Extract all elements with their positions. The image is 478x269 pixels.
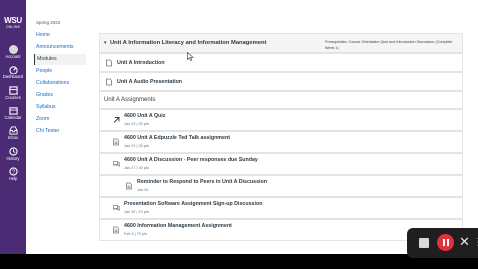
svg-text:?: ? bbox=[12, 169, 15, 175]
global-navigation: WSU ONLINE Account Dashboard Courses Cal… bbox=[0, 0, 26, 254]
course-nav-announcements[interactable]: Announcements bbox=[34, 42, 86, 53]
collapse-caret-icon[interactable]: ▾ bbox=[104, 40, 107, 46]
inbox-icon bbox=[8, 126, 18, 135]
course-nav-syllabus[interactable]: Syllabus bbox=[34, 102, 86, 113]
page-icon bbox=[126, 182, 132, 190]
history-icon bbox=[8, 147, 18, 156]
browser-viewport: WSU ONLINE Account Dashboard Courses Cal… bbox=[0, 0, 478, 254]
course-nav-grades[interactable]: Grades bbox=[34, 90, 86, 101]
module-item-title: Reminder to Respond to Peers in Unit A D… bbox=[137, 179, 267, 185]
global-nav-label: History bbox=[6, 156, 20, 161]
module-header[interactable]: ▾ Unit A Information Literacy and Inform… bbox=[99, 33, 463, 53]
stop-recording-button[interactable] bbox=[419, 238, 429, 248]
course-nav-modules[interactable]: Modules bbox=[34, 54, 86, 65]
module-prerequisites: Prerequisites: Course Orientation Quiz a… bbox=[325, 40, 453, 50]
global-nav-label: Dashboard bbox=[2, 74, 24, 79]
module-item-title: 4600 Unit A Discussion - Peer responses … bbox=[124, 157, 258, 163]
global-nav-label: Account bbox=[5, 54, 21, 59]
pause-bar-icon bbox=[442, 239, 445, 246]
module-title: Unit A Information Literacy and Informat… bbox=[110, 40, 267, 46]
global-nav-account[interactable]: Account bbox=[0, 45, 26, 60]
global-nav-label: Inbox bbox=[7, 135, 19, 140]
discussion-icon bbox=[113, 204, 120, 212]
course-nav-collaborations[interactable]: Collaborations bbox=[34, 78, 86, 89]
assignment-icon bbox=[113, 138, 119, 146]
wsu-online-logo[interactable]: WSU ONLINE bbox=[2, 17, 24, 30]
course-nav-people[interactable]: People bbox=[34, 66, 86, 77]
module-item-title: 4600 Unit A Edpuzzle Ted Talk assignment bbox=[124, 135, 230, 141]
module-item-meta: Jan 30 | 10 pts bbox=[124, 210, 149, 214]
module-item-meta: Jan 23 | 20 pts bbox=[124, 122, 149, 126]
discussion-icon bbox=[113, 160, 120, 168]
courses-icon bbox=[8, 86, 18, 95]
module-item-quiz[interactable]: 4600 Unit A Quiz Jan 23 | 20 pts bbox=[99, 109, 463, 131]
global-nav-courses[interactable]: Courses bbox=[0, 86, 26, 101]
logo-subtext: ONLINE bbox=[5, 25, 21, 29]
module-item-page-indented[interactable]: Reminder to Respond to Peers in Unit A D… bbox=[99, 175, 463, 197]
course-nav-chi-tester[interactable]: Chi Tester bbox=[34, 126, 86, 137]
mouse-cursor-icon bbox=[187, 52, 194, 61]
module-item-meta: Jan 23 | 25 pts bbox=[124, 144, 149, 148]
subheader-title: Unit A Assignments bbox=[104, 97, 156, 103]
calendar-icon bbox=[8, 107, 18, 115]
global-nav-help[interactable]: ? Help bbox=[0, 167, 26, 182]
dashboard-icon bbox=[8, 66, 18, 74]
module-item-page[interactable]: Unit A Introduction bbox=[99, 53, 463, 72]
pause-recording-button[interactable] bbox=[437, 234, 454, 251]
global-nav-calendar[interactable]: Calendar bbox=[0, 106, 26, 121]
course-term: Spring 2022 bbox=[36, 20, 61, 25]
quiz-icon bbox=[113, 117, 120, 123]
global-nav-label: Help bbox=[8, 176, 18, 181]
page-icon bbox=[106, 59, 112, 66]
module-item-title: Unit A Audio Presentation bbox=[117, 79, 183, 85]
assignments-subheader: Unit A Assignments bbox=[99, 91, 463, 109]
global-nav-label: Courses bbox=[5, 95, 21, 100]
recording-controls: ✕ ⋮ bbox=[407, 228, 478, 258]
module-item-meta: Jan 30 bbox=[137, 188, 149, 192]
course-nav-zoom[interactable]: Zoom bbox=[34, 114, 86, 125]
module-item-meta: Feb 6 | 70 pts bbox=[124, 232, 148, 236]
global-nav-inbox[interactable]: Inbox bbox=[0, 126, 26, 141]
module-item-page[interactable]: Unit A Audio Presentation bbox=[99, 72, 463, 91]
module-content: ▾ Unit A Information Literacy and Inform… bbox=[99, 33, 463, 254]
account-avatar-icon bbox=[8, 45, 18, 54]
pause-bar-icon bbox=[446, 239, 449, 246]
module-item-assignment[interactable]: 4600 Unit A Edpuzzle Ted Talk assignment… bbox=[99, 131, 463, 153]
close-icon[interactable]: ✕ bbox=[459, 235, 470, 249]
module-item-title: 4600 Information Management Assignment bbox=[124, 223, 232, 229]
help-icon: ? bbox=[8, 167, 18, 176]
assignment-icon bbox=[113, 226, 119, 234]
page-icon bbox=[106, 78, 112, 85]
logo-text: WSU bbox=[4, 16, 22, 25]
module-item-discussion[interactable]: Presentation Software Assignment Sign-up… bbox=[99, 197, 463, 219]
more-options-icon[interactable]: ⋮ bbox=[473, 237, 478, 248]
module-item-meta: Jan 27 | 30 pts bbox=[124, 166, 149, 170]
course-nav-home[interactable]: Home bbox=[34, 30, 86, 41]
module-item-title: Unit A Introduction bbox=[117, 60, 165, 66]
global-nav-dashboard[interactable]: Dashboard bbox=[0, 65, 26, 80]
global-nav-label: Calendar bbox=[4, 115, 22, 120]
module-item-title: Presentation Software Assignment Sign-up… bbox=[124, 201, 263, 207]
module-item-discussion[interactable]: 4600 Unit A Discussion - Peer responses … bbox=[99, 153, 463, 175]
global-nav-history[interactable]: History bbox=[0, 147, 26, 162]
module-item-title: 4600 Unit A Quiz bbox=[124, 113, 166, 119]
